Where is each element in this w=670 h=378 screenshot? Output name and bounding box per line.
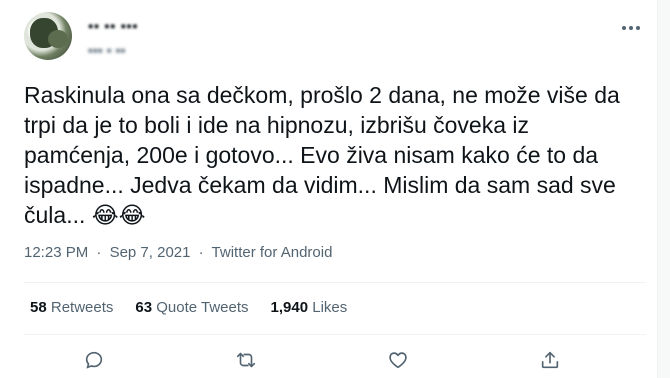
- share-icon: [539, 349, 561, 371]
- more-icon: [621, 25, 641, 31]
- tweet-text: Raskinula ona sa dečkom, prošlo 2 dana, …: [24, 80, 624, 231]
- tweet-source[interactable]: Twitter for Android: [212, 244, 333, 261]
- divider-top: [24, 282, 646, 283]
- retweets-count: 58: [30, 299, 47, 316]
- likes-stat[interactable]: 1,940 Likes: [271, 299, 348, 316]
- quotes-label: Quote Tweets: [156, 299, 249, 316]
- author-name[interactable]: ▪▪ ▪▪ ▪▪▪: [88, 18, 138, 35]
- meta-separator-2: ·: [198, 244, 204, 261]
- share-button[interactable]: [536, 346, 564, 374]
- like-button[interactable]: [384, 346, 412, 374]
- like-icon: [387, 349, 409, 371]
- retweets-stat[interactable]: 58 Retweets: [30, 299, 113, 316]
- likes-label: Likes: [312, 299, 348, 316]
- tweet-stats: 58 Retweets 63 Quote Tweets 1,940 Likes: [30, 299, 347, 316]
- reply-button[interactable]: [80, 346, 108, 374]
- tweet-emoji: 😂😂: [91, 203, 146, 229]
- avatar[interactable]: [24, 12, 72, 60]
- tweet-meta: 12:23 PM · Sep 7, 2021 · Twitter for And…: [24, 244, 332, 261]
- quotes-stat[interactable]: 63 Quote Tweets: [135, 299, 248, 316]
- likes-count: 1,940: [270, 299, 309, 316]
- more-button[interactable]: [616, 16, 646, 40]
- retweet-icon: [235, 349, 257, 371]
- tweet-actions: [80, 346, 564, 374]
- retweet-button[interactable]: [232, 346, 260, 374]
- tweet-header: ▪▪ ▪▪ ▪▪▪ ▪▪▪ ▪ ▪▪: [24, 12, 646, 64]
- author-handle[interactable]: ▪▪▪ ▪ ▪▪: [88, 42, 126, 58]
- scroll-area-edge: [657, 0, 670, 378]
- tweet-date[interactable]: Sep 7, 2021: [110, 244, 191, 261]
- retweets-label: Retweets: [50, 299, 114, 316]
- reply-icon: [83, 349, 105, 371]
- quotes-count: 63: [135, 299, 153, 316]
- meta-separator: ·: [96, 244, 102, 261]
- divider-bottom: [24, 334, 646, 335]
- tweet-time[interactable]: 12:23 PM: [24, 244, 88, 261]
- avatar-bush: [48, 30, 68, 48]
